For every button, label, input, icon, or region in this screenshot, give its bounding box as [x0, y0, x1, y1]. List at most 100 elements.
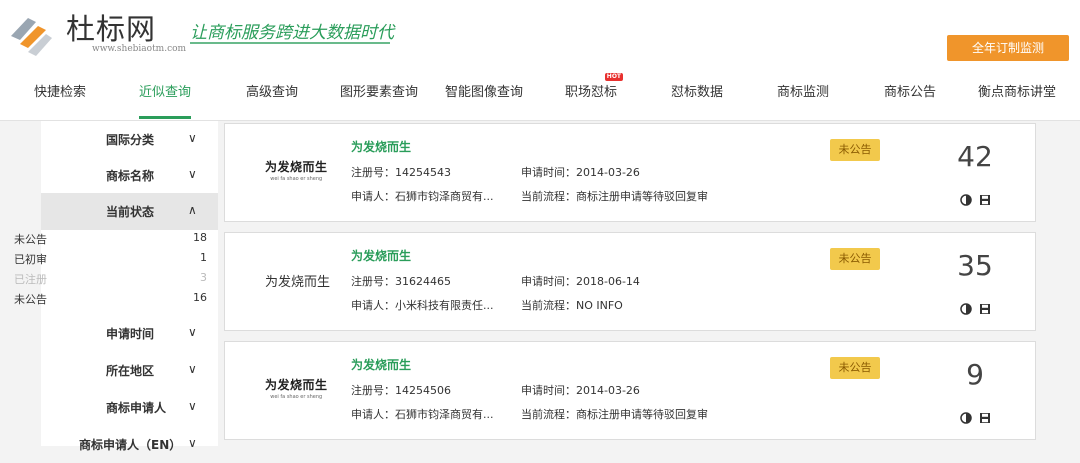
similarity-score: 35: [957, 249, 993, 282]
nav-label: 商标公告: [884, 85, 937, 100]
filter-apply-time[interactable]: 申请时间 ∨: [41, 315, 218, 352]
apply-date: 申请时间：2018-06-14: [521, 273, 640, 289]
filter-label: 商标申请人: [106, 401, 167, 415]
nav-label: 图形要素查询: [340, 85, 419, 100]
filter-mark-name[interactable]: 商标名称 ∨: [41, 157, 218, 194]
filter-label: 国际分类: [106, 133, 155, 147]
applicant-value: 石狮市钧泽商贸有...: [395, 190, 494, 203]
applicant-value: 小米科技有限责任...: [395, 299, 494, 312]
filter-label: 所在地区: [106, 364, 155, 378]
nav-workplace[interactable]: 职场怼标 HOT: [565, 70, 624, 118]
save-icon[interactable]: [979, 412, 991, 424]
nav-quick-search[interactable]: 快捷检索: [34, 70, 86, 118]
status-item-prelim[interactable]: 已初审 1: [14, 251, 207, 269]
trademark-name-link[interactable]: 为发烧而生: [351, 356, 411, 373]
brand-url: www.shebiaotm.com: [92, 44, 187, 54]
trademark-image[interactable]: 为发烧而生 wei fa shao er sheng: [265, 376, 328, 400]
chevron-down-icon: ∨: [188, 362, 197, 376]
reg-no-label: 注册号：: [351, 384, 395, 397]
apply-date-value: 2018-06-14: [576, 275, 640, 288]
nav-graphic-search[interactable]: 图形要素查询: [340, 70, 418, 118]
applicant: 申请人：石狮市钧泽商贸有...: [351, 406, 494, 422]
status-item-registered[interactable]: 已注册 3: [14, 271, 207, 289]
filter-region[interactable]: 所在地区 ∨: [41, 352, 218, 389]
contrast-icon[interactable]: [960, 303, 972, 315]
apply-date-label: 申请时间：: [521, 384, 576, 397]
apply-date-label: 申请时间：: [521, 166, 576, 179]
process: 当前流程：商标注册申请等待驳回复审: [521, 188, 708, 204]
nav-label: 商标监测: [777, 85, 830, 100]
applicant: 申请人：小米科技有限责任...: [351, 297, 494, 313]
applicant-value: 石狮市钧泽商贸有...: [395, 408, 494, 421]
reg-no: 注册号：14254543: [351, 164, 451, 180]
nav-advanced-search[interactable]: 高级查询: [246, 70, 298, 118]
apply-date-value: 2014-03-26: [576, 384, 640, 397]
nav-label: 快捷检索: [34, 85, 87, 100]
trademark-image[interactable]: 为发烧而生: [265, 271, 330, 290]
reg-no: 注册号：14254506: [351, 382, 451, 398]
status-count: 18: [193, 231, 207, 244]
status-badge: 未公告: [830, 139, 880, 161]
nav-announcement[interactable]: 商标公告: [884, 70, 936, 118]
nav-lecture[interactable]: 衡点商标讲堂: [978, 70, 1056, 118]
brand-name[interactable]: 杜标网: [66, 6, 156, 48]
nav-image-search[interactable]: 智能图像查询: [445, 70, 523, 118]
result-card[interactable]: 为发烧而生 wei fa shao er sheng 为发烧而生 注册号：142…: [224, 341, 1036, 440]
slogan-underline: [190, 42, 390, 44]
nav-similar-search[interactable]: 近似查询: [139, 70, 192, 119]
process-value: 商标注册申请等待驳回复审: [576, 190, 708, 203]
filter-applicant[interactable]: 商标申请人 ∨: [41, 389, 218, 426]
applicant-label: 申请人：: [351, 190, 395, 203]
trademark-name-link[interactable]: 为发烧而生: [351, 138, 411, 155]
chevron-down-icon: ∨: [188, 131, 197, 145]
logo-icon[interactable]: [6, 8, 56, 58]
reg-no-value: 14254543: [395, 166, 451, 179]
save-icon[interactable]: [979, 303, 991, 315]
trademark-pinyin: wei fa shao er sheng: [270, 176, 323, 182]
nav-monitoring[interactable]: 商标监测: [777, 70, 829, 118]
status-item-unannounced-2[interactable]: 未公告 16: [14, 291, 207, 309]
chevron-down-icon: ∨: [188, 436, 197, 450]
filter-label: 商标名称: [106, 169, 155, 183]
status-label: 已注册: [14, 273, 47, 286]
process-label: 当前流程：: [521, 408, 576, 421]
contrast-icon[interactable]: [960, 194, 972, 206]
chevron-down-icon: ∨: [188, 399, 197, 413]
status-item-unannounced[interactable]: 未公告 18: [14, 231, 207, 249]
trademark-pinyin: wei fa shao er sheng: [270, 394, 323, 400]
apply-date: 申请时间：2014-03-26: [521, 382, 640, 398]
subscribe-button[interactable]: 全年订制监测: [947, 35, 1069, 61]
filter-current-status[interactable]: 当前状态 ∧: [41, 193, 218, 230]
hot-badge: HOT: [604, 73, 624, 81]
similarity-score: 9: [966, 358, 984, 391]
nav-label: 职场怼标: [565, 85, 618, 100]
filter-label: 当前状态: [106, 205, 155, 219]
applicant-label: 申请人：: [351, 408, 395, 421]
trademark-image-text: 为发烧而生: [265, 160, 328, 174]
header: 杜标网 www.shebiaotm.com 让商标服务跨进大数据时代 全年订制监…: [0, 0, 1080, 70]
chevron-up-icon: ∧: [188, 203, 197, 217]
reg-no-label: 注册号：: [351, 275, 395, 288]
apply-date-label: 申请时间：: [521, 275, 576, 288]
nav-label: 衡点商标讲堂: [978, 85, 1057, 100]
reg-no: 注册号：31624465: [351, 273, 451, 289]
nav-label: 怼标数据: [671, 85, 724, 100]
reg-no-value: 14254506: [395, 384, 451, 397]
filter-applicant-en[interactable]: 商标申请人（EN） ∨: [41, 426, 218, 463]
nav-label: 近似查询: [139, 85, 192, 100]
result-card[interactable]: 为发烧而生 wei fa shao er sheng 为发烧而生 注册号：142…: [224, 123, 1036, 222]
filter-intl-class[interactable]: 国际分类 ∨: [41, 121, 218, 158]
trademark-name-link[interactable]: 为发烧而生: [351, 247, 411, 264]
process-label: 当前流程：: [521, 190, 576, 203]
similarity-score: 42: [957, 140, 993, 173]
trademark-image[interactable]: 为发烧而生 wei fa shao er sheng: [265, 158, 328, 182]
filter-label: 申请时间: [106, 327, 155, 341]
contrast-icon[interactable]: [960, 412, 972, 424]
chevron-down-icon: ∨: [188, 325, 197, 339]
status-count: 16: [193, 291, 207, 304]
result-card[interactable]: 为发烧而生 为发烧而生 注册号：31624465 申请时间：2018-06-14…: [224, 232, 1036, 331]
status-count: 3: [200, 271, 207, 284]
save-icon[interactable]: [979, 194, 991, 206]
applicant-label: 申请人：: [351, 299, 395, 312]
nav-dispute-data[interactable]: 怼标数据: [671, 70, 723, 118]
